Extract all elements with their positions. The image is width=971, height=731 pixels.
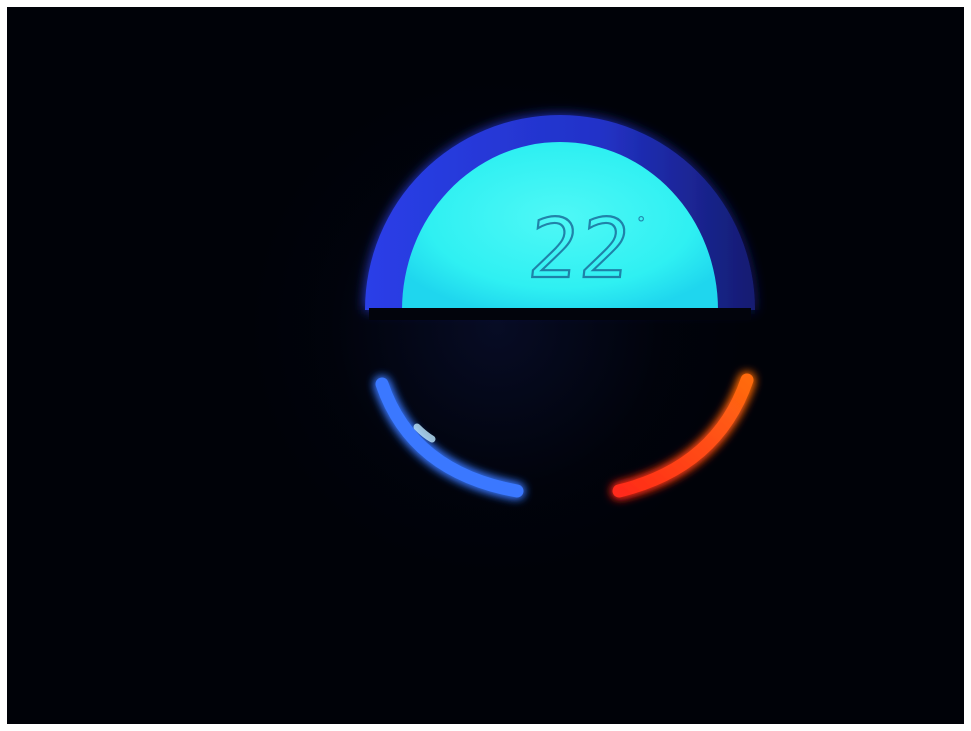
thermostat-dial	[365, 115, 755, 498]
temperature-readout: 22 °	[523, 201, 647, 305]
temperature-value: 22	[523, 201, 638, 298]
temperature-unit: °	[635, 213, 647, 234]
display-divider	[369, 308, 751, 320]
cold-arc-indicator	[375, 377, 524, 498]
photo-frame: 22 °	[7, 7, 964, 724]
hot-arc-indicator	[612, 373, 754, 498]
